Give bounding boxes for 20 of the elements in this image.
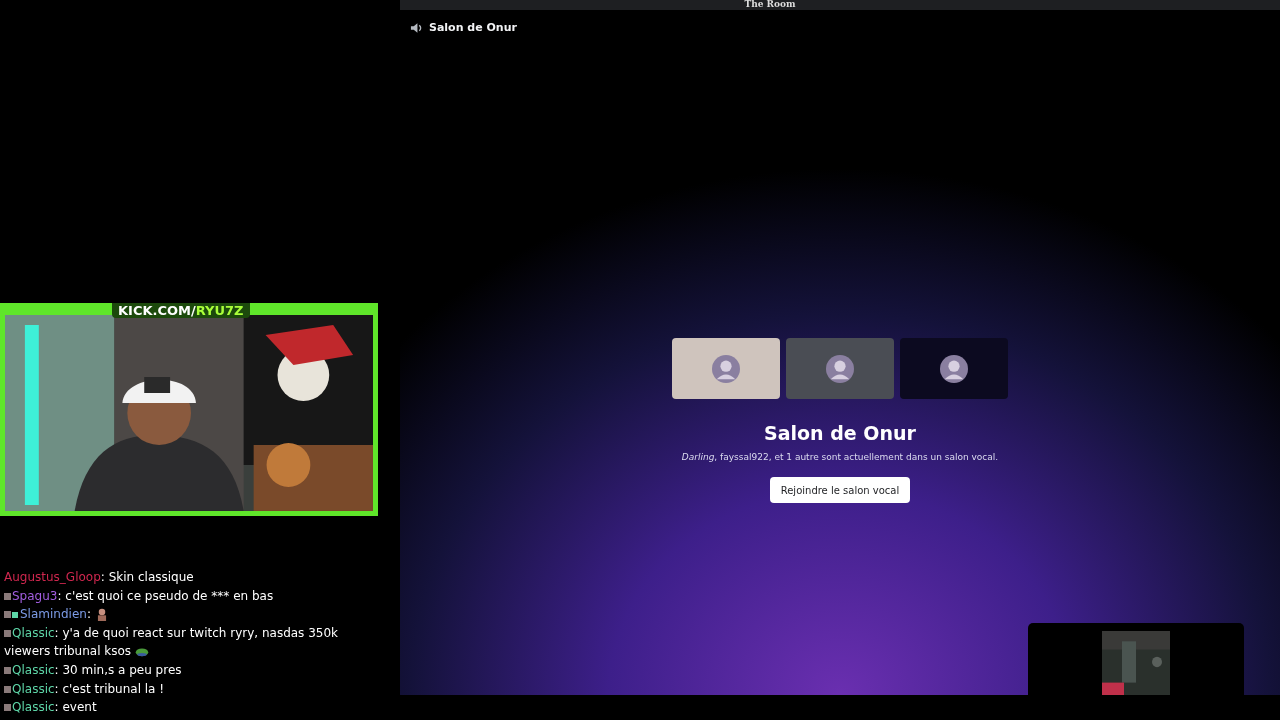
- voice-members-text: Darling, fayssal922, et 1 autre sont actuellement dans un salon vocal.: [681, 452, 999, 462]
- chat-message: Qlassic: y'a de quoi react sur twitch ryry, nasdas 350k viewers tribunal ksos: [4, 624, 340, 661]
- chat-message: Augustus_Gloop: Skin classique: [4, 569, 195, 586]
- participant-tile[interactable]: [672, 338, 780, 399]
- chat-message: Spagu3: c'est quoi ce pseudo de *** en bas: [4, 586, 374, 606]
- participant-tile[interactable]: [786, 338, 894, 399]
- frame-channel: RYU7Z: [195, 303, 244, 318]
- join-voice-button[interactable]: Rejoindre le salon vocal: [769, 477, 911, 503]
- frame-label: KICK.COM/: [118, 303, 196, 318]
- frog-emote-icon: [134, 645, 149, 659]
- channel-name: Salon de Onur: [429, 21, 517, 34]
- video-popout[interactable]: [1028, 623, 1244, 695]
- chat-message: Slamindien:: [4, 605, 374, 624]
- chat-message: Qlassic: c'est tribunal la !: [4, 679, 374, 699]
- chat-message: Qlassic: event: [4, 698, 374, 717]
- channel-title: Salon de Onur: [764, 422, 916, 444]
- chat-message: Qlassic: 30 min,s a peu pres: [4, 660, 374, 680]
- window-title: The Room: [744, 0, 796, 10]
- speaker-icon: [410, 21, 423, 34]
- participant-tile[interactable]: [900, 338, 1008, 399]
